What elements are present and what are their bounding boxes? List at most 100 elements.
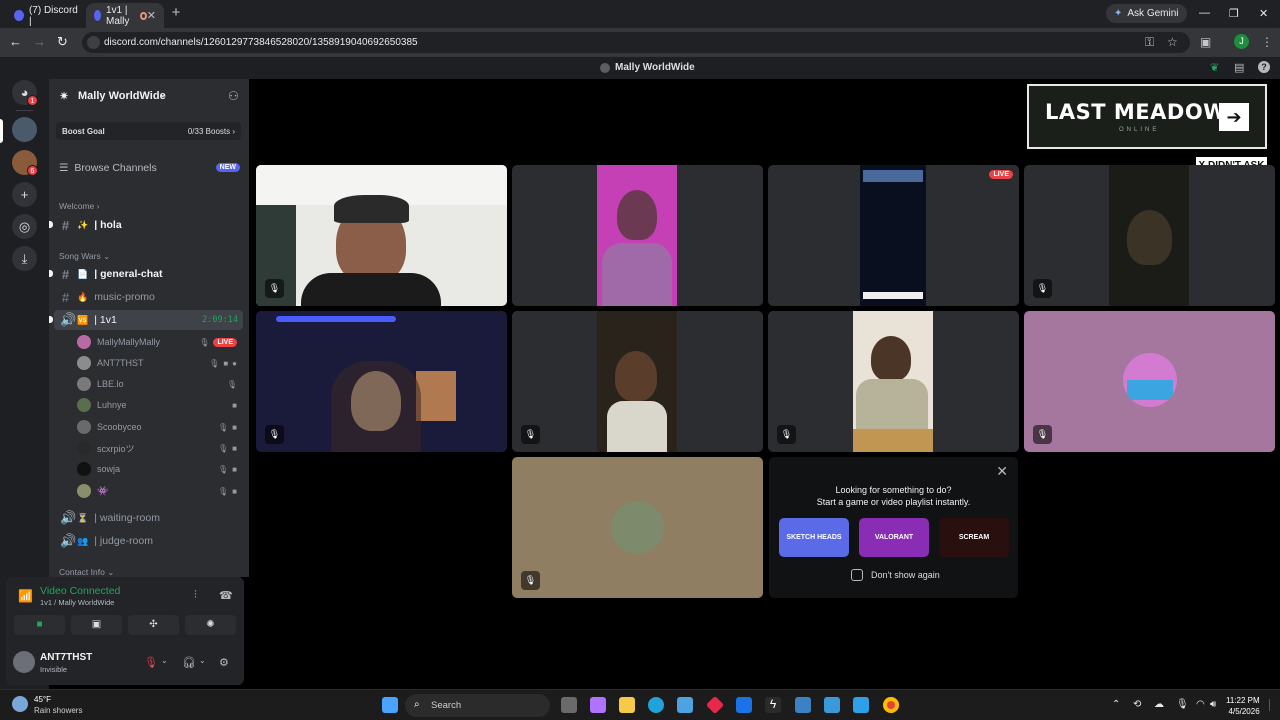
new-tab-button[interactable]: +	[168, 5, 184, 21]
password-key-icon[interactable]: ⚿	[1145, 35, 1154, 50]
invite-member-icon[interactable]: ⚇	[228, 89, 239, 103]
browse-channels-item[interactable]: ☰ Browse Channels NEW	[59, 160, 242, 176]
signal-strength-icon[interactable]: 📶	[18, 589, 33, 603]
cloud-icon[interactable]: ☁	[1154, 699, 1164, 710]
boost-goal-bar[interactable]: Boost Goal 0/33 Boosts ›	[56, 122, 241, 140]
voice-user-row[interactable]: 👾 🎙︎ ■	[77, 481, 243, 501]
close-icon[interactable]: ✕	[996, 463, 1008, 480]
voice-channel-path[interactable]: 1v1 / Mally WorldWide	[40, 598, 114, 607]
video-tile[interactable]: 🎙︎	[1024, 311, 1275, 452]
settings-gear-icon[interactable]: ⚙	[219, 656, 229, 669]
dropbox-icon[interactable]	[736, 697, 752, 713]
soundboard-button[interactable]: ✺	[185, 615, 236, 635]
restore-icon[interactable]: ❐	[1229, 7, 1239, 20]
disconnect-icon[interactable]: ☎	[219, 589, 233, 602]
chrome-icon[interactable]	[883, 697, 899, 713]
voice-user-row[interactable]: MallyMallyMally 🎙︎ LIVE	[77, 332, 243, 352]
camera-icon: ■	[223, 358, 229, 368]
help-icon[interactable]: ?	[1258, 61, 1270, 73]
minimize-icon[interactable]: —	[1199, 7, 1210, 19]
microphone-icon[interactable]: 🎙︎	[1176, 699, 1189, 710]
activity-game-card[interactable]: VALORANT	[859, 518, 929, 557]
screen-share-button[interactable]: ▣	[71, 615, 122, 635]
close-tab-icon[interactable]: ✕	[147, 9, 156, 22]
last-meadow-banner[interactable]: LAST MEADOW ONLINE ➔	[1027, 84, 1267, 149]
volume-icon[interactable]: 🔊︎	[1210, 699, 1216, 710]
server-header[interactable]: ✷ Mally WorldWide ⌄ ⚇	[49, 79, 249, 113]
avatar[interactable]	[13, 651, 35, 673]
site-info-icon[interactable]	[87, 36, 100, 49]
address-bar[interactable]: discord.com/channels/1260129773846528020…	[82, 32, 1190, 53]
channel-1v1[interactable]: 🔊 🆚 | 1v1 2:09:14	[49, 310, 243, 330]
voice-user-row[interactable]: sowja 🎙︎ ■	[77, 459, 243, 479]
download-apps-icon[interactable]: ⤓	[12, 246, 37, 271]
windows-start-icon[interactable]	[382, 697, 398, 713]
noise-suppression-icon[interactable]: ⫶	[194, 589, 197, 602]
channel-label: | general-chat	[94, 268, 163, 280]
ask-gemini-button[interactable]: ✦ Ask Gemini	[1106, 4, 1187, 23]
video-tile[interactable]: 🎙︎	[512, 311, 763, 452]
category-contact-info[interactable]: Contact Info ⌄	[59, 567, 114, 577]
voice-user-row[interactable]: Scoobyceo 🎙︎ ■	[77, 417, 243, 437]
channel-hola[interactable]: # ✨ | hola	[49, 215, 243, 235]
app-window-icon[interactable]	[795, 697, 811, 713]
channel-waiting-room[interactable]: 🔊 ⏳ | waiting-room	[54, 508, 243, 528]
microsoft-store-icon[interactable]	[677, 697, 693, 713]
channel-judge-room[interactable]: 🔊 👥 | judge-room	[54, 531, 243, 551]
mic-muted-icon[interactable]: 🎙︎	[144, 656, 158, 669]
side-panel-icon[interactable]: ▣	[1200, 35, 1211, 49]
video-tile[interactable]: 🎙︎	[1024, 165, 1275, 306]
video-tile[interactable]: 🎙︎	[256, 311, 507, 452]
chevron-down-icon[interactable]: ⌄	[199, 656, 206, 665]
video-tile[interactable]: 🎙︎	[256, 165, 507, 306]
edge-browser-icon[interactable]	[648, 697, 664, 713]
taskbar-clock[interactable]: 11:22 PM 4/5/2026	[1226, 695, 1260, 717]
video-tile[interactable]: 🎙︎	[512, 457, 763, 598]
inbox-icon[interactable]: ▤	[1234, 61, 1244, 74]
camera-toggle-button[interactable]: ■	[14, 615, 65, 635]
explore-compass-icon[interactable]: ◎	[12, 214, 37, 239]
chevron-down-icon[interactable]: ⌄	[161, 656, 168, 665]
channel-general-chat[interactable]: # 📄 | general-chat	[49, 264, 243, 284]
headphones-icon[interactable]: 🎧︎	[182, 656, 196, 669]
video-tile[interactable]: LIVE	[768, 165, 1019, 306]
close-window-icon[interactable]: ✕	[1259, 7, 1268, 20]
video-tile[interactable]: 🎙︎	[768, 311, 1019, 452]
profile-avatar[interactable]: J	[1234, 34, 1249, 49]
bookmark-star-icon[interactable]: ☆	[1167, 35, 1178, 49]
voice-user-row[interactable]: ANT7THST 🎙︎ ■ ●	[77, 353, 243, 373]
app-window-icon[interactable]	[853, 697, 869, 713]
tray-overflow-icon[interactable]: ⌃	[1112, 699, 1120, 710]
channel-music-promo[interactable]: # 🔥 music-promo	[54, 287, 243, 307]
reload-icon[interactable]: ↻	[57, 35, 68, 49]
wifi-icon[interactable]: ◠	[1196, 699, 1205, 710]
activities-button[interactable]: ✣	[128, 615, 179, 635]
browser-tab-1v1[interactable]: 1v1 | Mally ✕	[86, 3, 164, 28]
category-song-wars[interactable]: Song Wars ⌄	[59, 251, 110, 262]
voice-user-row[interactable]: scxrpioツ 🎙︎ ■	[77, 438, 243, 458]
dont-show-checkbox[interactable]	[851, 569, 863, 581]
activity-game-card[interactable]: SKETCH HEADS	[779, 518, 849, 557]
voice-user-row[interactable]: Luhnye ■	[77, 395, 243, 415]
voice-status[interactable]: Video Connected	[40, 585, 120, 597]
voice-user-row[interactable]: LBE.lo 🎙︎	[77, 374, 243, 394]
app-window-icon[interactable]	[824, 697, 840, 713]
browser-tab-discord[interactable]: (7) Discord |	[6, 3, 86, 28]
add-server-icon[interactable]: +	[12, 182, 37, 207]
category-welcome[interactable]: Welcome ›	[59, 201, 99, 211]
nitro-leaf-icon[interactable]: ❦	[1210, 61, 1219, 74]
server-mally-worldwide[interactable]	[12, 117, 37, 142]
activity-game-card[interactable]: SCREAM	[939, 518, 1009, 557]
show-desktop-button[interactable]	[1269, 699, 1275, 711]
lightning-app-icon[interactable]: ϟ	[765, 697, 781, 713]
kebab-menu-icon[interactable]: ⋮	[1261, 35, 1273, 49]
task-view-icon[interactable]	[561, 697, 577, 713]
taskbar-search[interactable]: ⌕ Search	[405, 694, 550, 717]
sync-icon[interactable]: ⟲	[1133, 699, 1141, 710]
back-icon[interactable]: ←	[9, 35, 22, 49]
copilot-icon[interactable]	[590, 697, 606, 713]
forward-icon[interactable]: →	[33, 35, 46, 49]
file-explorer-icon[interactable]	[619, 697, 635, 713]
app-diamond-icon[interactable]	[705, 695, 725, 715]
video-tile[interactable]	[512, 165, 763, 306]
